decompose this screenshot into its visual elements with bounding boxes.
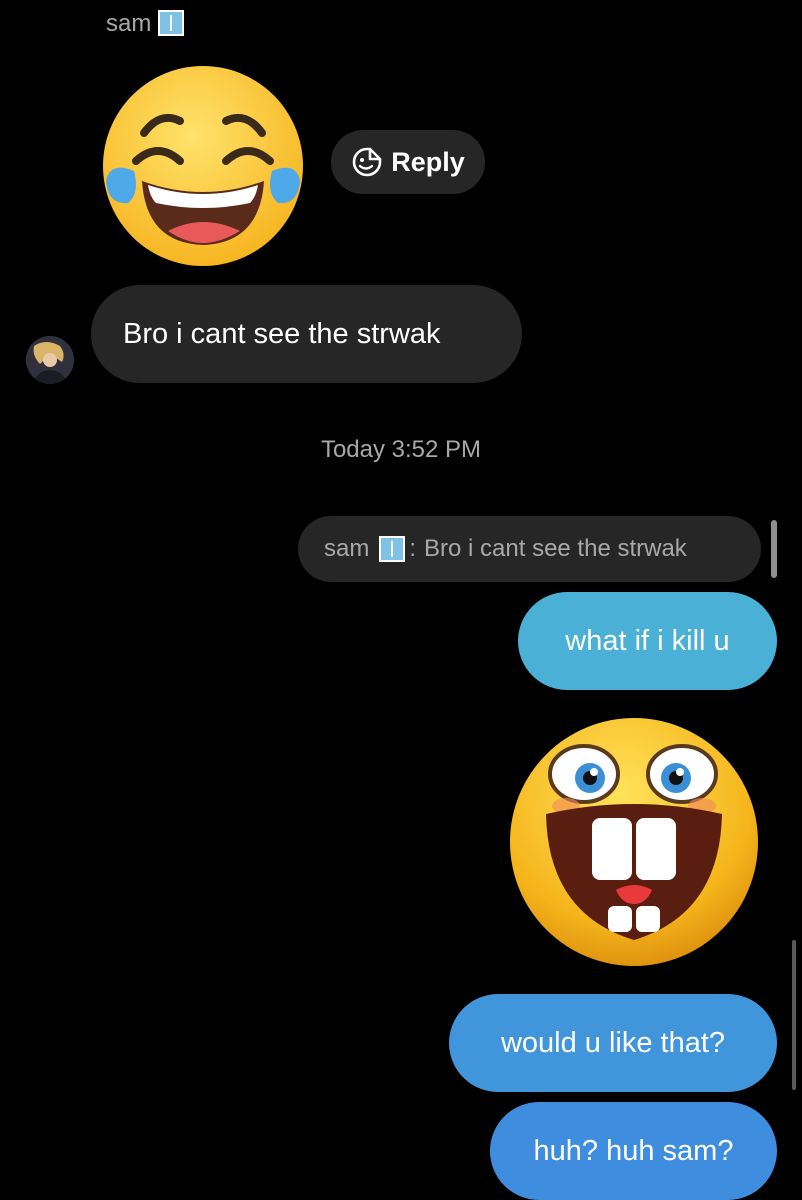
outgoing-message-text: huh? huh sam?: [533, 1134, 734, 1167]
emoji-reply-icon: [351, 146, 383, 178]
xray-emoji-icon: [379, 536, 406, 562]
scrollbar[interactable]: [792, 940, 796, 1090]
tears-of-joy-emoji-icon[interactable]: [100, 63, 306, 269]
timestamp: Today 3:52 PM: [320, 436, 482, 463]
incoming-message-text: Bro i cant see the strwak: [123, 317, 441, 350]
incoming-message-bubble[interactable]: Bro i cant see the strwak: [91, 285, 522, 383]
quoted-message[interactable]: sam : Bro i cant see the strwak: [298, 516, 761, 582]
outgoing-message-text: would u like that?: [500, 1026, 726, 1059]
avatar[interactable]: [26, 336, 74, 384]
outgoing-message-text: what if i kill u: [565, 624, 730, 657]
quote-indicator-bar: [771, 520, 777, 578]
quote-separator: :: [409, 535, 417, 562]
outgoing-message-bubble[interactable]: would u like that?: [449, 994, 777, 1092]
outgoing-message-bubble[interactable]: huh? huh sam?: [490, 1102, 777, 1200]
outgoing-message-bubble[interactable]: what if i kill u: [518, 592, 777, 690]
quoted-message-text: Bro i cant see the strwak: [424, 535, 687, 562]
xray-emoji-icon: [158, 10, 185, 36]
sender-name: sam: [106, 10, 152, 37]
laughing-buck-teeth-emoji-icon[interactable]: [506, 714, 762, 970]
sender-name-row[interactable]: sam: [106, 10, 185, 38]
reply-label: Reply: [391, 146, 465, 177]
reply-button[interactable]: Reply: [331, 130, 485, 194]
quoted-sender-name: sam: [324, 535, 370, 562]
